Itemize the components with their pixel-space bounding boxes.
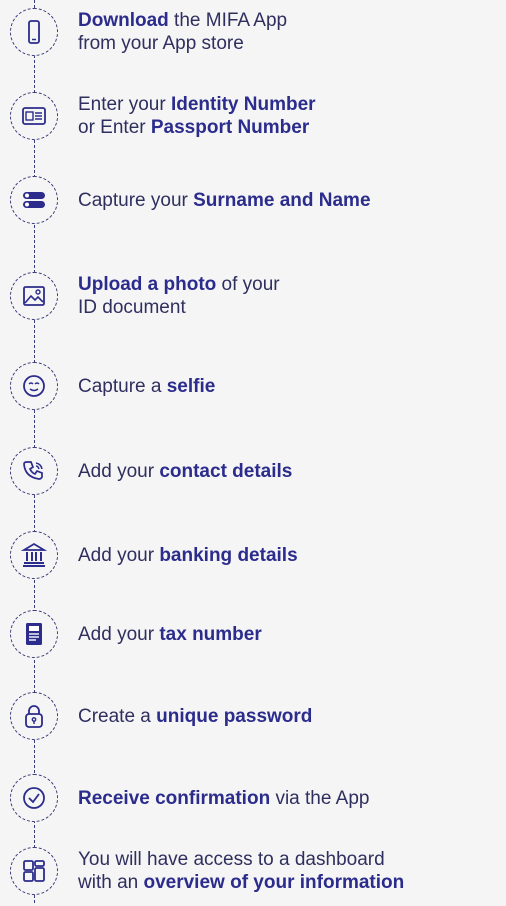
name-cards-icon xyxy=(23,192,45,208)
step-text-regular: Add your xyxy=(78,544,160,566)
step-text-bold: Upload a photo xyxy=(78,274,217,295)
step-confirmation: Receive confirmation via the App xyxy=(0,763,506,833)
dashboard-icon xyxy=(23,860,45,882)
step-photo: Upload a photo of your ID document xyxy=(0,261,506,331)
step-text-regular: with an xyxy=(78,872,144,893)
step-text-bold: Passport Number xyxy=(150,117,310,138)
step-text-bold: banking details xyxy=(159,544,298,566)
step-text-regular: Capture your xyxy=(78,189,194,211)
dashboard-icon-badge xyxy=(10,847,58,895)
step-text-regular: Add your xyxy=(78,460,160,482)
step-text-bold: Surname and Name xyxy=(193,189,371,211)
step-contact: Add your contact details xyxy=(0,436,506,506)
step-identity: Enter your Identity Number or Enter Passp… xyxy=(0,81,506,151)
step-text: Add your contact details xyxy=(78,460,500,483)
step-text-bold: Receive confirmation xyxy=(78,787,271,809)
step-text-regular: Create a xyxy=(78,705,157,727)
step-text-bold: tax number xyxy=(159,623,262,645)
step-password: Create a unique password xyxy=(0,681,506,751)
step-download: Download the MIFA App from your App store xyxy=(0,0,506,67)
step-text-regular: You will have access to a dashboard xyxy=(78,849,385,870)
phone-icon-badge xyxy=(10,8,58,56)
step-name: Capture your Surname and Name xyxy=(0,165,506,235)
step-text-regular: Capture a xyxy=(78,375,167,397)
step-text: Capture your Surname and Name xyxy=(78,189,500,212)
step-text-regular: of your xyxy=(216,274,280,295)
image-icon-badge xyxy=(10,272,58,320)
id-card-icon xyxy=(22,107,46,125)
step-text-regular: or Enter xyxy=(78,117,151,138)
lock-icon xyxy=(25,705,43,728)
step-text: You will have access to a dashboard with … xyxy=(78,848,500,894)
step-text-regular: Enter your xyxy=(78,94,171,115)
tax-document-icon-badge xyxy=(10,610,58,658)
step-text: Download the MIFA App from your App store xyxy=(78,9,500,55)
phone-call-icon-badge xyxy=(10,447,58,495)
step-text: Add your banking details xyxy=(78,544,500,567)
phone-icon xyxy=(28,20,40,44)
step-dashboard: You will have access to a dashboard with … xyxy=(0,836,506,906)
step-text-bold: contact details xyxy=(159,460,293,482)
step-tax: Add your tax number xyxy=(0,599,506,669)
step-text: Capture a selfie xyxy=(78,375,500,398)
phone-call-icon xyxy=(23,461,43,480)
step-text-regular: the MIFA App xyxy=(168,10,288,31)
step-text: Add your tax number xyxy=(78,623,500,646)
step-text-bold: selfie xyxy=(166,375,216,397)
step-text: Create a unique password xyxy=(78,705,500,728)
step-text-bold: Identity Number xyxy=(170,94,316,115)
tax-document-icon xyxy=(26,623,42,645)
smiley-face-icon xyxy=(23,375,45,397)
bank-icon-badge xyxy=(10,531,58,579)
step-text-regular: via the App xyxy=(270,787,370,809)
name-cards-icon-badge xyxy=(10,176,58,224)
step-text-bold: overview of your information xyxy=(143,872,405,893)
check-circle-icon xyxy=(23,787,45,809)
id-card-icon-badge xyxy=(10,92,58,140)
step-text-regular: Add your xyxy=(78,623,160,645)
step-text-regular: from your App store xyxy=(78,33,244,54)
smiley-face-icon-badge xyxy=(10,362,58,410)
step-text: Upload a photo of your ID document xyxy=(78,273,500,319)
step-text: Receive confirmation via the App xyxy=(78,787,500,810)
step-text-bold: Download xyxy=(78,10,169,31)
lock-icon-badge xyxy=(10,692,58,740)
step-banking: Add your banking details xyxy=(0,520,506,590)
step-text-bold: unique password xyxy=(156,705,313,727)
bank-icon xyxy=(21,543,47,567)
step-text: Enter your Identity Number or Enter Passp… xyxy=(78,93,500,139)
step-selfie: Capture a selfie xyxy=(0,351,506,421)
check-circle-icon-badge xyxy=(10,774,58,822)
image-icon xyxy=(23,286,45,306)
step-text-regular: ID document xyxy=(78,297,186,318)
